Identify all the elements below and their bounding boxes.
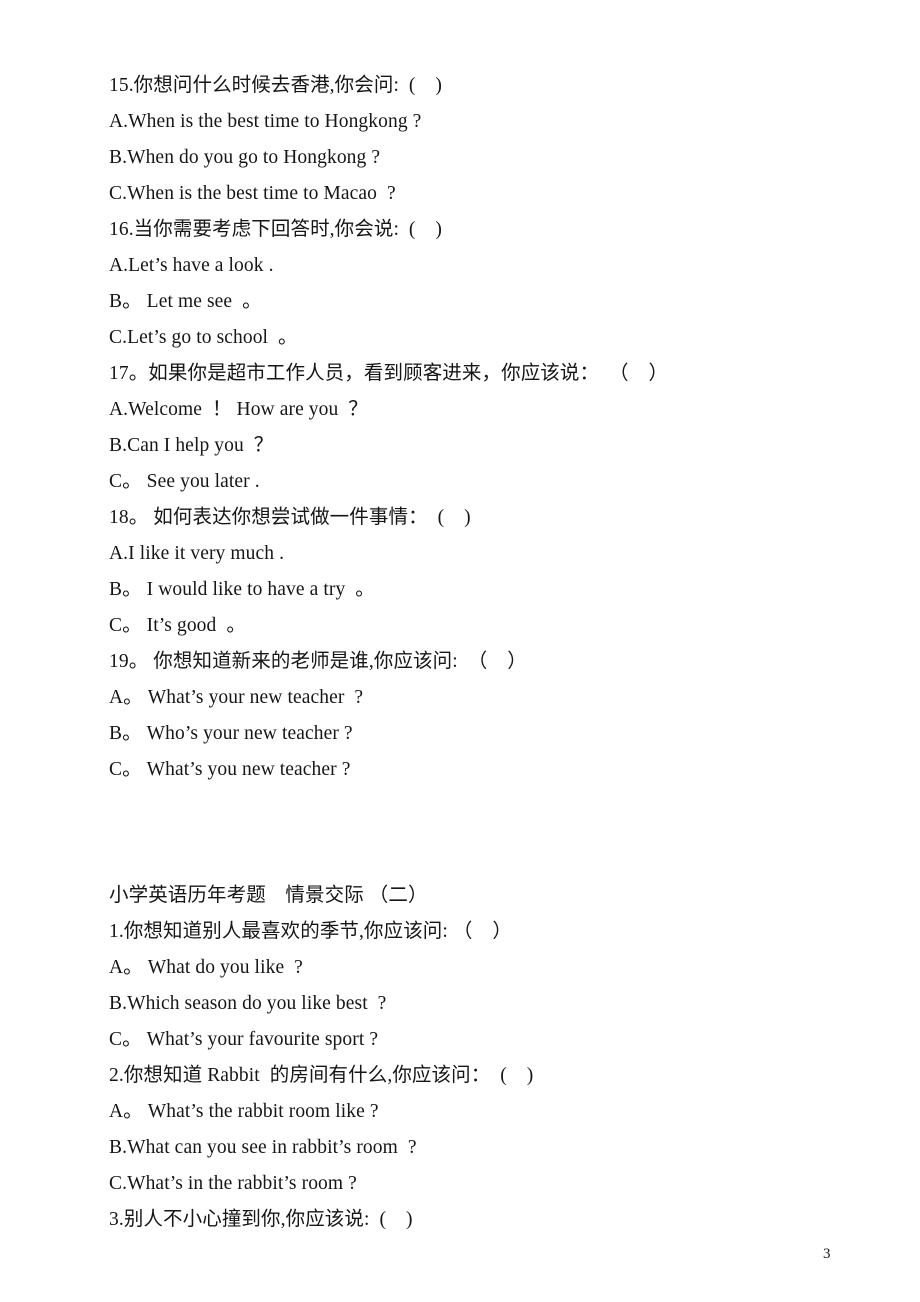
section-heading: 小学英语历年考题 情景交际 （二）	[109, 885, 428, 906]
answer-option: A。 What’s the rabbit room like ?	[109, 1101, 379, 1122]
question-stem: 18。 如何表达你想尝试做一件事情： ( )	[109, 507, 471, 528]
answer-option: B。 Let me see 。	[109, 291, 262, 312]
answer-option: C.When is the best time to Macao ?	[109, 183, 396, 204]
question-stem: 19。 你想知道新来的老师是谁,你应该问: （ ）	[109, 651, 527, 672]
question-stem: 16.当你需要考虑下回答时,你会说: ( )	[109, 219, 443, 240]
answer-option: B。 Who’s your new teacher ?	[109, 723, 353, 744]
answer-option: A。 What do you like ?	[109, 957, 303, 978]
answer-option: C。 What’s you new teacher ?	[109, 759, 351, 780]
answer-option: A.When is the best time to Hongkong ?	[109, 111, 422, 132]
question-stem: 17。如果你是超市工作人员，看到顾客进来，你应该说： （ ）	[109, 363, 669, 384]
answer-option: C。 What’s your favourite sport ?	[109, 1029, 379, 1050]
document-page: 15.你想问什么时候去香港,你会问: ( ) A.When is the best…	[0, 0, 920, 1302]
document-body: 15.你想问什么时候去香港,你会问: ( ) A.When is the best…	[109, 68, 869, 1238]
question-stem: 3.别人不小心撞到你,你应该说: ( )	[109, 1209, 413, 1230]
answer-option: C.Let’s go to school 。	[109, 327, 298, 348]
answer-option: C。 See you later .	[109, 471, 260, 492]
page-number: 3	[823, 1246, 831, 1262]
answer-option: A.I like it very much .	[109, 543, 285, 564]
question-stem: 15.你想问什么时候去香港,你会问: ( )	[109, 75, 443, 96]
question-stem: 2.你想知道 Rabbit 的房间有什么,你应该问： ( )	[109, 1065, 534, 1086]
answer-option: C。 It’s good 。	[109, 615, 246, 636]
answer-option: B。 I would like to have a try 。	[109, 579, 375, 600]
answer-option: B.What can you see in rabbit’s room ?	[109, 1137, 417, 1158]
answer-option: B.Which season do you like best ?	[109, 993, 387, 1014]
answer-option: A.Let’s have a look .	[109, 255, 274, 276]
question-stem: 1.你想知道别人最喜欢的季节,你应该问: （ ）	[109, 921, 512, 942]
answer-option: A.Welcome ！ How are you ？	[109, 399, 368, 420]
answer-option: B.When do you go to Hongkong ?	[109, 147, 381, 168]
answer-option: C.What’s in the rabbit’s room ?	[109, 1173, 357, 1194]
answer-option: B.Can I help you ？	[109, 435, 274, 456]
answer-option: A。 What’s your new teacher ?	[109, 687, 364, 708]
